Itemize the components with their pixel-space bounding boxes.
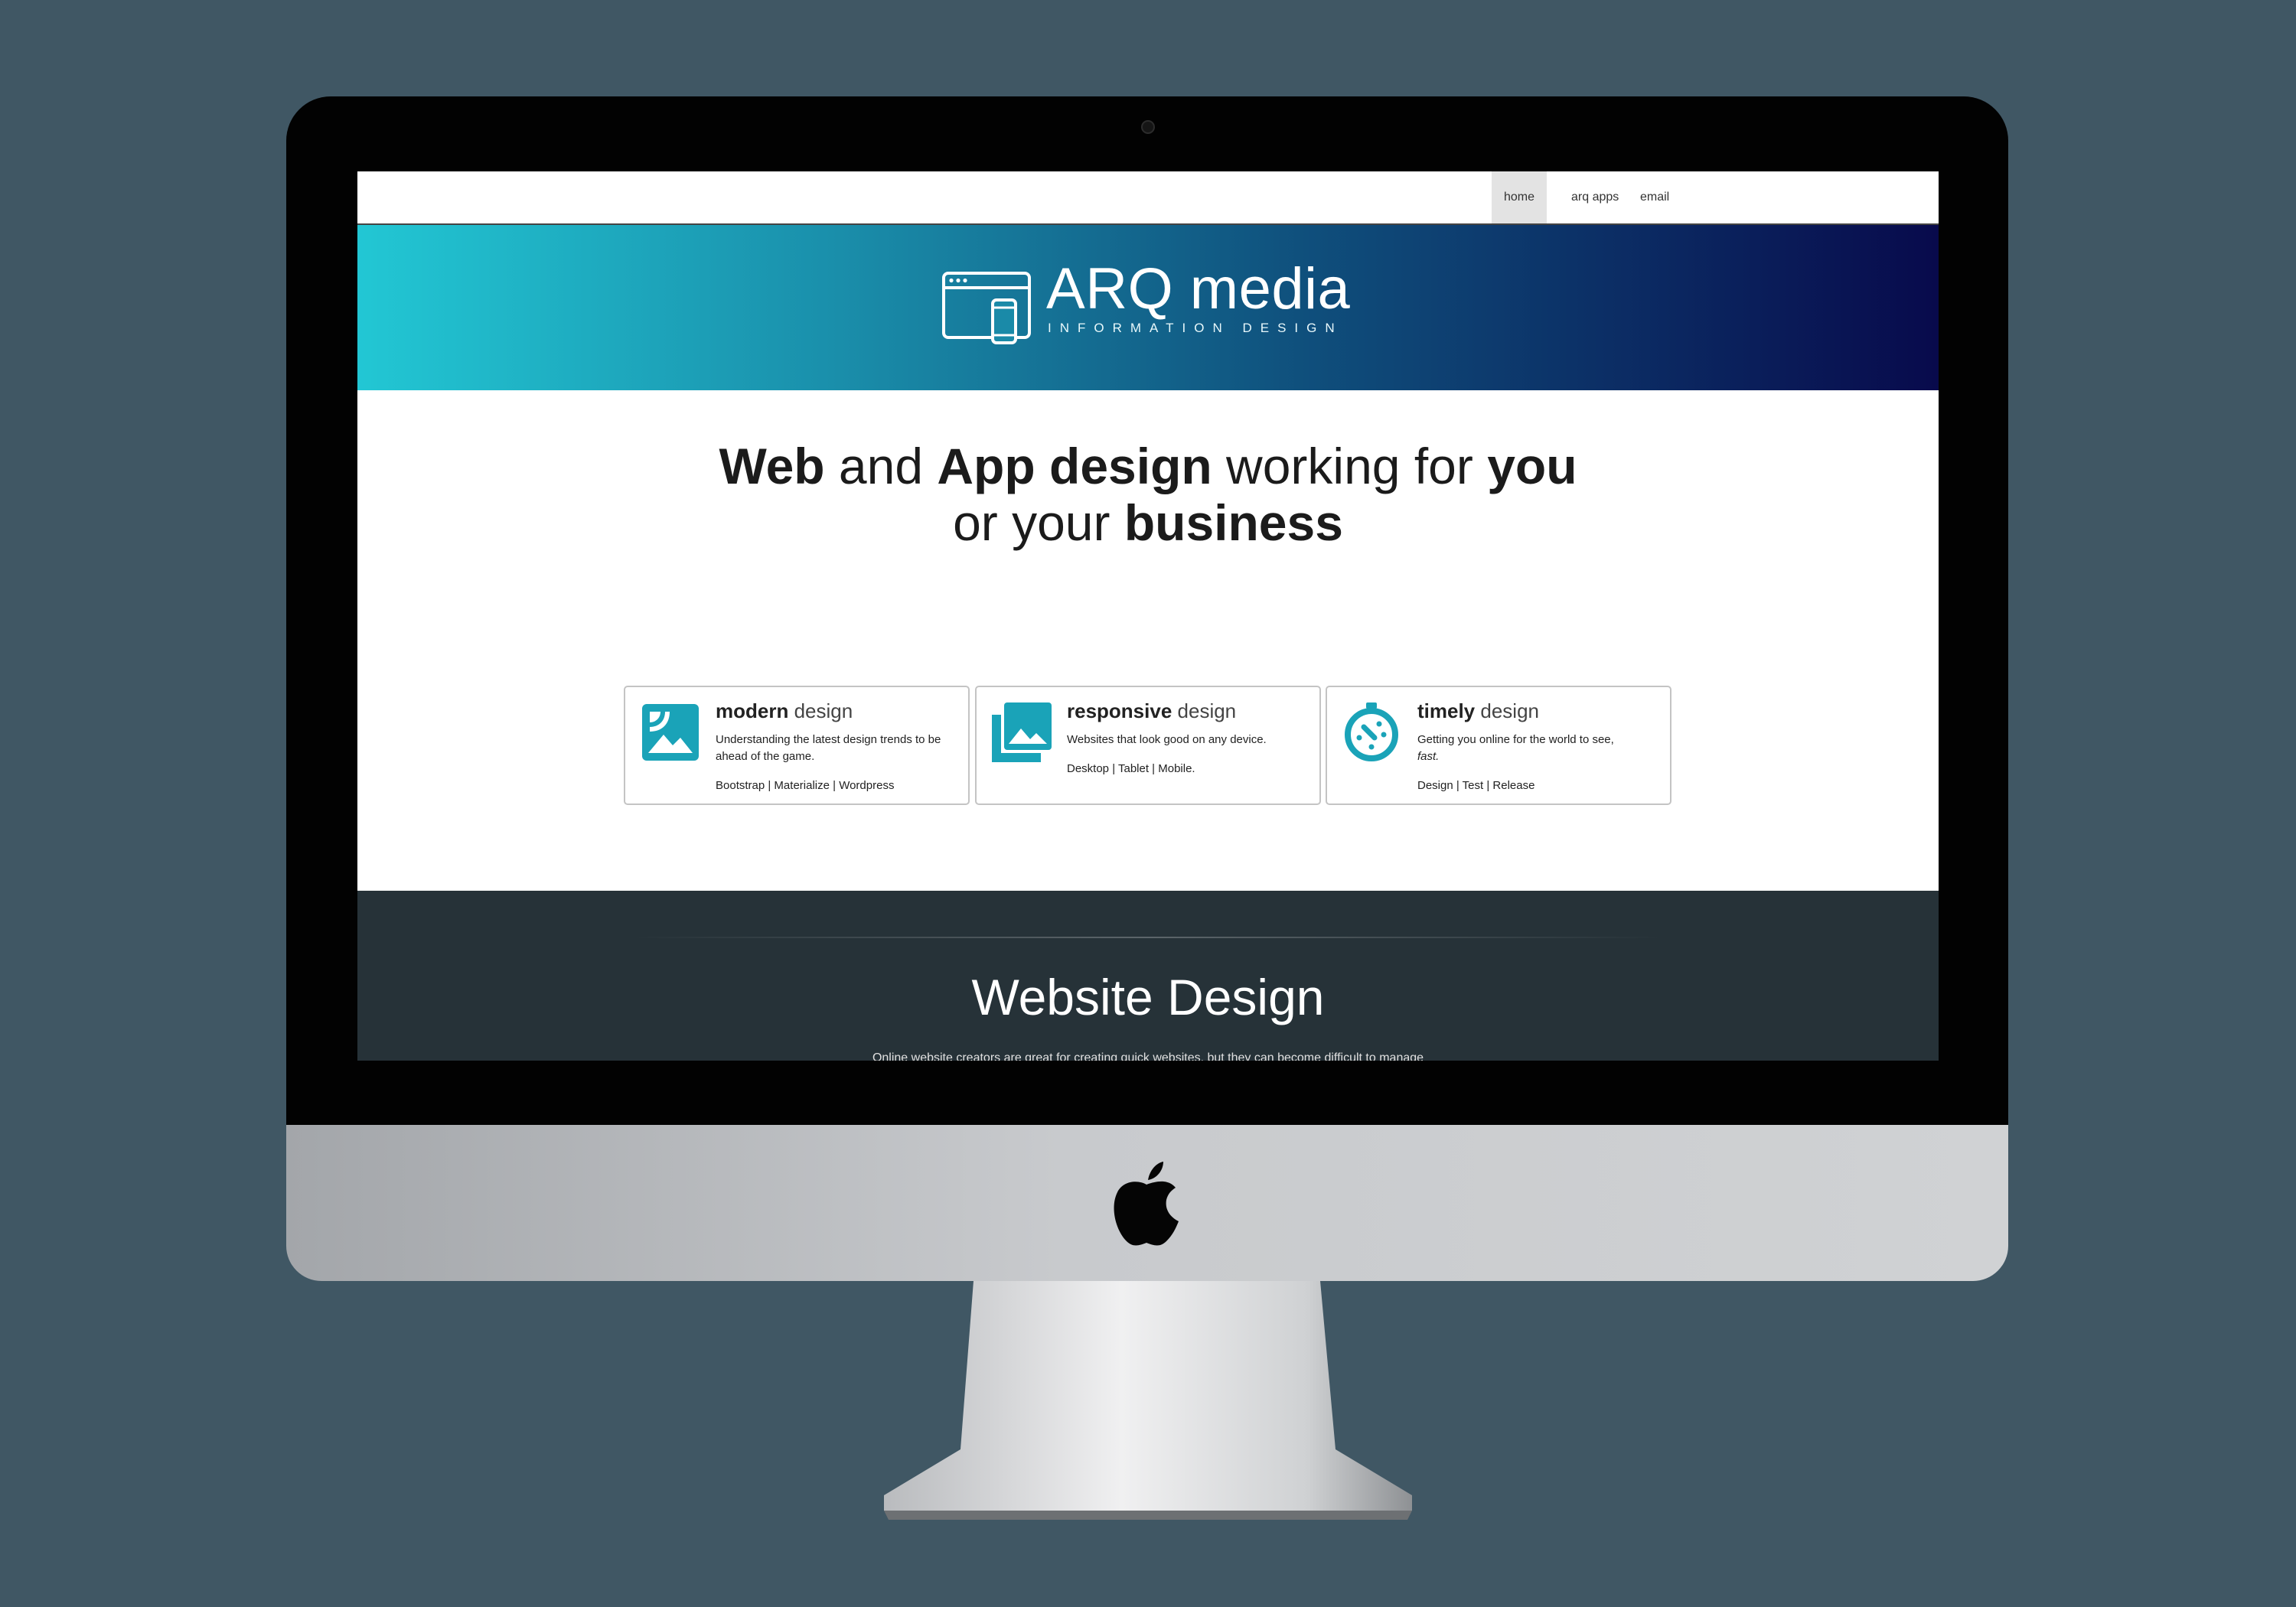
card-title: responsive design [1067,698,1236,724]
nav-arq-apps-link[interactable]: arq apps [1559,171,1631,223]
camera-icon [1141,120,1155,134]
card-title-bold: responsive [1067,699,1172,722]
card-links: Design | Test | Release [1417,779,1535,792]
card-description: Understanding the latest design trends t… [716,733,941,763]
feature-card-modern: modern design Understanding the latest d… [624,686,970,805]
card-title-light: design [788,699,853,722]
top-navigation: home arq apps email [357,171,1939,225]
section-title: Website Design [971,969,1325,1025]
brand-tagline: INFORMATION DESIGN [1048,321,1343,335]
nav-email-link[interactable]: email [1628,171,1681,223]
headline-word: or your [953,494,1124,551]
card-description: Websites that look good on any device. [1067,733,1267,746]
card-title-light: design [1172,699,1237,722]
section-body: Online website creators are great for cr… [872,1051,1424,1061]
brand-name: ARQ media [1046,256,1351,321]
image-stack-icon [992,702,1052,762]
card-title-bold: modern [716,699,789,722]
feature-card-responsive: responsive design Websites that look goo… [975,686,1321,805]
headline-word: App design [937,438,1212,494]
brand-banner: ARQ media INFORMATION DESIGN [357,225,1939,390]
headline-word: and [824,438,938,494]
headline-word: you [1487,438,1577,494]
monitor-stand [884,1281,1412,1520]
feature-card-timely: timely design Getting you online for the… [1326,686,1671,805]
hero-headline: Web and App design working for you or yo… [357,438,1939,551]
headline-line-1: Web and App design working for you [357,438,1939,494]
image-icon [642,704,699,761]
card-title: timely design [1417,698,1539,724]
timer-icon [1345,702,1398,761]
apple-logo-icon [1114,1162,1179,1246]
card-links: Bootstrap | Materialize | Wordpress [716,779,895,792]
website-screen: home arq apps email ARQ media INFORMATIO… [357,171,1939,1061]
section-divider [633,937,1663,938]
website-design-section: Website Design Online website creators a… [357,891,1939,1061]
card-description: Getting you online for the world to see,… [1417,732,1661,765]
headline-word: business [1124,494,1343,551]
card-description-text: Getting you online for the world to see, [1417,733,1614,746]
headline-line-2: or your business [357,494,1939,551]
browser-and-phone-icon [942,272,1031,344]
nav-home-link[interactable]: home [1492,171,1548,223]
headline-word: Web [719,438,825,494]
card-links: Desktop | Tablet | Mobile. [1067,762,1195,775]
card-description-emphasis: fast. [1417,750,1440,763]
card-title-bold: timely [1417,699,1476,722]
card-title-light: design [1475,699,1539,722]
headline-word: working for [1212,438,1488,494]
card-title: modern design [716,698,853,724]
